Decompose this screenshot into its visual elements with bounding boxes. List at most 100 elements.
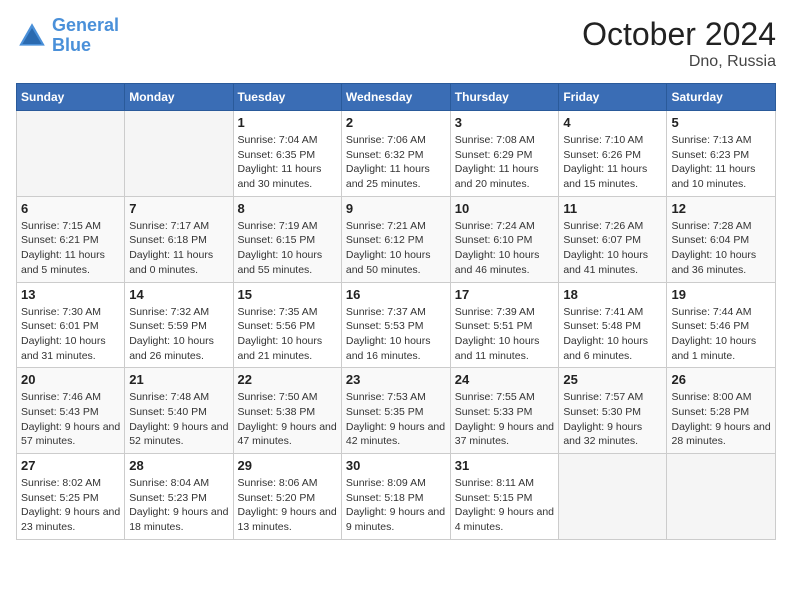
day-number: 1 <box>238 115 337 130</box>
day-cell: 12 Sunrise: 7:28 AMSunset: 6:04 PMDayligh… <box>667 196 776 282</box>
day-info: Sunrise: 8:09 AMSunset: 5:18 PMDaylight:… <box>346 476 446 535</box>
day-number: 22 <box>238 372 337 387</box>
day-number: 6 <box>21 201 120 216</box>
day-number: 21 <box>129 372 228 387</box>
day-number: 16 <box>346 287 446 302</box>
calendar-body: 1 Sunrise: 7:04 AMSunset: 6:35 PMDaylight… <box>17 111 776 540</box>
day-info: Sunrise: 7:57 AMSunset: 5:30 PMDaylight:… <box>563 390 662 449</box>
day-cell <box>667 454 776 540</box>
day-cell: 19Sunrise: 7:44 AMSunset: 5:46 PMDayligh… <box>667 282 776 368</box>
day-info: Sunrise: 7:15 AMSunset: 6:21 PMDaylight:… <box>21 219 120 278</box>
day-info: Sunrise: 7:24 AMSunset: 6:10 PMDaylight:… <box>455 219 555 278</box>
day-info: Sunrise: 7:55 AMSunset: 5:33 PMDaylight:… <box>455 390 555 449</box>
day-cell <box>559 454 667 540</box>
day-info: Sunrise: 8:02 AMSunset: 5:25 PMDaylight:… <box>21 476 120 535</box>
day-cell: 27 Sunrise: 8:02 AMSunset: 5:25 PMDayligh… <box>17 454 125 540</box>
logo-line1: General <box>52 15 119 35</box>
day-cell: 26 Sunrise: 8:00 AMSunset: 5:28 PMDayligh… <box>667 368 776 454</box>
day-cell: 22 Sunrise: 7:50 AMSunset: 5:38 PMDayligh… <box>233 368 341 454</box>
day-info: Sunrise: 8:06 AMSunset: 5:20 PMDaylight:… <box>238 476 337 535</box>
day-cell: 5Sunrise: 7:13 AMSunset: 6:23 PMDaylight… <box>667 111 776 197</box>
day-cell: 18 Sunrise: 7:41 AMSunset: 5:48 PMDayligh… <box>559 282 667 368</box>
logo-line2: Blue <box>52 35 91 55</box>
weekday-wednesday: Wednesday <box>341 84 450 111</box>
day-info: Sunrise: 7:30 AMSunset: 6:01 PMDaylight:… <box>21 305 120 364</box>
day-info: Sunrise: 7:48 AMSunset: 5:40 PMDaylight:… <box>129 390 228 449</box>
day-cell: 3 Sunrise: 7:08 AMSunset: 6:29 PMDaylight… <box>450 111 559 197</box>
day-cell: 10 Sunrise: 7:24 AMSunset: 6:10 PMDayligh… <box>450 196 559 282</box>
day-number: 5 <box>671 115 771 130</box>
day-cell: 15Sunrise: 7:35 AMSunset: 5:56 PMDayligh… <box>233 282 341 368</box>
day-number: 15 <box>238 287 337 302</box>
day-info: Sunrise: 7:39 AMSunset: 5:51 PMDaylight:… <box>455 305 555 364</box>
day-info: Sunrise: 7:26 AMSunset: 6:07 PMDaylight:… <box>563 219 662 278</box>
day-info: Sunrise: 7:37 AMSunset: 5:53 PMDaylight:… <box>346 305 446 364</box>
month-title: October 2024 <box>582 16 776 53</box>
day-cell: 25 Sunrise: 7:57 AMSunset: 5:30 PMDayligh… <box>559 368 667 454</box>
day-number: 2 <box>346 115 446 130</box>
logo: General Blue <box>16 16 119 56</box>
day-number: 29 <box>238 458 337 473</box>
day-cell: 4 Sunrise: 7:10 AMSunset: 6:26 PMDaylight… <box>559 111 667 197</box>
day-number: 26 <box>671 372 771 387</box>
day-info: Sunrise: 7:04 AMSunset: 6:35 PMDaylight:… <box>238 133 337 192</box>
day-info: Sunrise: 7:28 AMSunset: 6:04 PMDaylight:… <box>671 219 771 278</box>
day-number: 9 <box>346 201 446 216</box>
day-info: Sunrise: 7:53 AMSunset: 5:35 PMDaylight:… <box>346 390 446 449</box>
day-number: 19 <box>671 287 771 302</box>
day-info: Sunrise: 8:04 AMSunset: 5:23 PMDaylight:… <box>129 476 228 535</box>
day-number: 13 <box>21 287 120 302</box>
day-number: 4 <box>563 115 662 130</box>
day-info: Sunrise: 7:21 AMSunset: 6:12 PMDaylight:… <box>346 219 446 278</box>
title-block: October 2024 Dno, Russia <box>582 16 776 71</box>
day-cell: 24Sunrise: 7:55 AMSunset: 5:33 PMDayligh… <box>450 368 559 454</box>
day-info: Sunrise: 7:32 AMSunset: 5:59 PMDaylight:… <box>129 305 228 364</box>
calendar-table: SundayMondayTuesdayWednesdayThursdayFrid… <box>16 83 776 540</box>
day-info: Sunrise: 7:50 AMSunset: 5:38 PMDaylight:… <box>238 390 337 449</box>
day-cell <box>17 111 125 197</box>
day-number: 8 <box>238 201 337 216</box>
page-header: General Blue October 2024 Dno, Russia <box>16 16 776 71</box>
day-number: 27 <box>21 458 120 473</box>
day-cell: 30 Sunrise: 8:09 AMSunset: 5:18 PMDayligh… <box>341 454 450 540</box>
weekday-monday: Monday <box>125 84 233 111</box>
day-cell: 9 Sunrise: 7:21 AMSunset: 6:12 PMDaylight… <box>341 196 450 282</box>
day-cell: 23 Sunrise: 7:53 AMSunset: 5:35 PMDayligh… <box>341 368 450 454</box>
day-number: 10 <box>455 201 555 216</box>
weekday-tuesday: Tuesday <box>233 84 341 111</box>
week-row-1: 1 Sunrise: 7:04 AMSunset: 6:35 PMDaylight… <box>17 111 776 197</box>
location: Dno, Russia <box>582 53 776 71</box>
day-cell: 31Sunrise: 8:11 AMSunset: 5:15 PMDayligh… <box>450 454 559 540</box>
day-cell: 14 Sunrise: 7:32 AMSunset: 5:59 PMDayligh… <box>125 282 233 368</box>
day-number: 11 <box>563 201 662 216</box>
day-cell: 29 Sunrise: 8:06 AMSunset: 5:20 PMDayligh… <box>233 454 341 540</box>
week-row-5: 27 Sunrise: 8:02 AMSunset: 5:25 PMDayligh… <box>17 454 776 540</box>
day-number: 23 <box>346 372 446 387</box>
day-cell <box>125 111 233 197</box>
day-number: 12 <box>671 201 771 216</box>
day-number: 17 <box>455 287 555 302</box>
day-cell: 7Sunrise: 7:17 AMSunset: 6:18 PMDaylight… <box>125 196 233 282</box>
weekday-header-row: SundayMondayTuesdayWednesdayThursdayFrid… <box>17 84 776 111</box>
day-cell: 13 Sunrise: 7:30 AMSunset: 6:01 PMDayligh… <box>17 282 125 368</box>
day-number: 30 <box>346 458 446 473</box>
day-info: Sunrise: 7:41 AMSunset: 5:48 PMDaylight:… <box>563 305 662 364</box>
weekday-sunday: Sunday <box>17 84 125 111</box>
weekday-thursday: Thursday <box>450 84 559 111</box>
logo-text: General Blue <box>52 16 119 56</box>
day-info: Sunrise: 8:00 AMSunset: 5:28 PMDaylight:… <box>671 390 771 449</box>
day-info: Sunrise: 7:10 AMSunset: 6:26 PMDaylight:… <box>563 133 662 192</box>
day-number: 25 <box>563 372 662 387</box>
day-number: 28 <box>129 458 228 473</box>
week-row-3: 13 Sunrise: 7:30 AMSunset: 6:01 PMDayligh… <box>17 282 776 368</box>
day-info: Sunrise: 8:11 AMSunset: 5:15 PMDaylight:… <box>455 476 555 535</box>
day-cell: 8Sunrise: 7:19 AMSunset: 6:15 PMDaylight… <box>233 196 341 282</box>
logo-icon <box>16 20 48 52</box>
day-cell: 2 Sunrise: 7:06 AMSunset: 6:32 PMDaylight… <box>341 111 450 197</box>
day-info: Sunrise: 7:06 AMSunset: 6:32 PMDaylight:… <box>346 133 446 192</box>
day-info: Sunrise: 7:46 AMSunset: 5:43 PMDaylight:… <box>21 390 120 449</box>
day-info: Sunrise: 7:08 AMSunset: 6:29 PMDaylight:… <box>455 133 555 192</box>
day-number: 3 <box>455 115 555 130</box>
day-number: 14 <box>129 287 228 302</box>
day-number: 18 <box>563 287 662 302</box>
